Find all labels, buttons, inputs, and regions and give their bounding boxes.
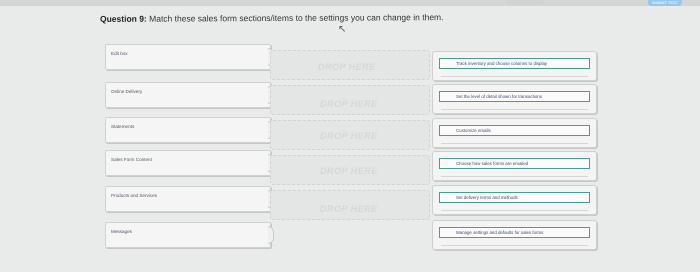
submit-test-button[interactable]: SUBMIT TEST	[648, 0, 682, 6]
target-item-email-forms[interactable]: Choose how sales forms are emailed	[432, 151, 597, 181]
drag-item-edit-box[interactable]: Edit box	[105, 44, 274, 70]
drop-zone-label: DROP HERE	[320, 204, 378, 214]
question-number: Question 9:	[100, 13, 147, 24]
drag-item-label: Edit box	[111, 51, 128, 56]
target-item-label: Choose how sales forms are emailed	[456, 160, 529, 166]
drag-item-messages[interactable]: Messages	[105, 222, 274, 248]
drag-item-products-and-services[interactable]: Products and Services	[105, 186, 274, 212]
drop-zone-label: DROP HERE	[320, 131, 378, 141]
target-item-underline	[441, 74, 588, 77]
target-item-customize-emails[interactable]: Customize emails	[432, 118, 597, 148]
drag-item-label: Statements	[111, 124, 135, 129]
drag-item-label: Products and Services	[111, 193, 157, 198]
target-item-box: Choose how sales forms are emailed	[439, 158, 590, 169]
mouse-cursor-icon: ↖	[338, 24, 347, 35]
target-item-box: Customize emails	[439, 125, 590, 136]
drop-zone-label: DROP HERE	[320, 99, 378, 109]
target-item-sales-form-settings[interactable]: Manage settings and defaults for sales f…	[432, 220, 597, 250]
target-item-underline	[441, 174, 588, 177]
target-item-box: Set the level of detail shown for transa…	[439, 91, 590, 102]
drag-item-label: Sales Form Content	[111, 157, 152, 162]
target-item-box: Set delivery terms and methods	[439, 192, 590, 203]
target-item-underline	[441, 243, 588, 246]
drag-handle-curl	[268, 226, 274, 244]
drag-item-label: Messages	[111, 229, 132, 234]
drag-item-online-delivery[interactable]: Online Delivery	[105, 82, 274, 108]
target-item-underline	[441, 141, 588, 144]
drop-zone-label: DROP HERE	[318, 62, 376, 72]
target-item-underline	[441, 107, 588, 110]
drop-zone-label: DROP HERE	[320, 166, 378, 176]
target-item-delivery-terms[interactable]: Set delivery terms and methods	[432, 185, 597, 215]
target-item-label: Manage settings and defaults for sales f…	[456, 229, 544, 235]
target-item-label: Set the level of detail shown for transa…	[456, 93, 542, 99]
drag-item-statements[interactable]: Statements	[105, 117, 274, 143]
drag-item-label: Online Delivery	[111, 89, 143, 94]
target-item-underline	[441, 208, 588, 211]
target-item-box: Track inventory and choose columns to di…	[439, 58, 590, 69]
target-item-detail-level[interactable]: Set the level of detail shown for transa…	[432, 84, 597, 114]
target-item-label: Set delivery terms and methods	[456, 194, 518, 200]
target-item-label: Customize emails	[456, 127, 491, 133]
target-item-box: Manage settings and defaults for sales f…	[439, 227, 590, 238]
target-item-track-inventory[interactable]: Track inventory and choose columns to di…	[432, 51, 597, 81]
target-item-label: Track inventory and choose columns to di…	[456, 60, 548, 66]
question-prompt: Question 9: Match these sales form secti…	[100, 12, 443, 24]
drag-item-sales-form-content[interactable]: Sales Form Content	[105, 150, 274, 176]
progress-tab	[505, 0, 545, 5]
question-text: Match these sales form sections/items to…	[149, 12, 444, 24]
top-bar	[0, 0, 700, 6]
